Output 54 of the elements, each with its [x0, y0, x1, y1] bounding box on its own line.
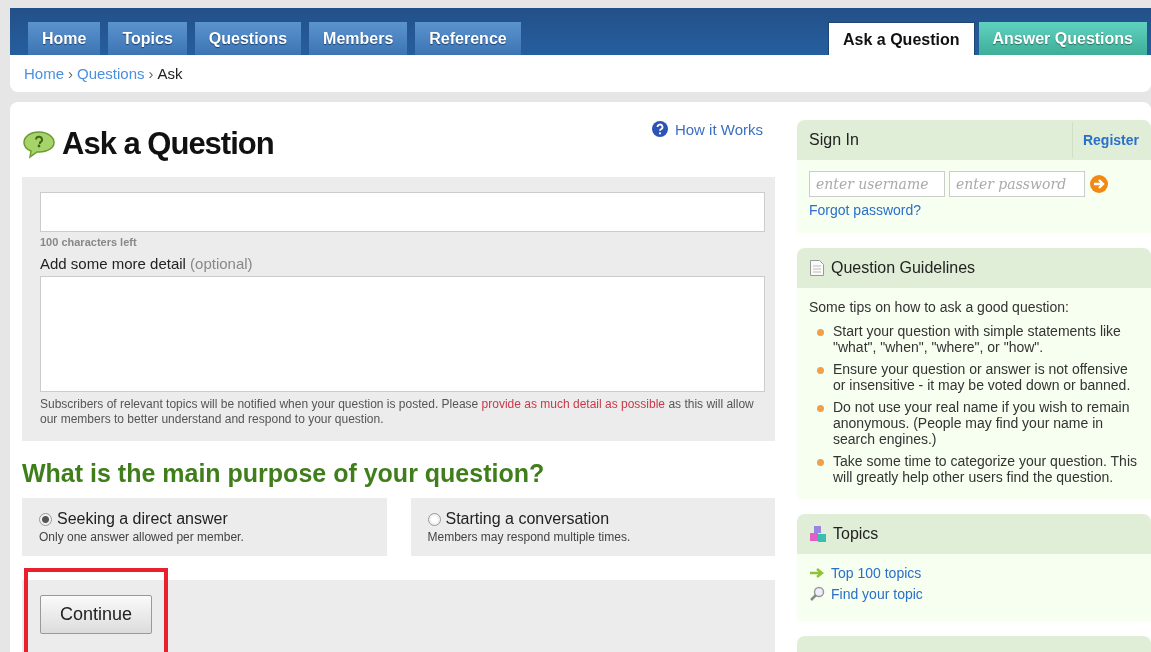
- nav-tab[interactable]: Answer Questions: [978, 22, 1147, 55]
- username-field[interactable]: enter username: [809, 171, 945, 197]
- nav-tab[interactable]: Reference: [415, 22, 521, 55]
- nav-tab[interactable]: Questions: [194, 22, 302, 55]
- characters-left: 100 characters left: [40, 236, 138, 248]
- nav-tab[interactable]: Members: [309, 22, 408, 55]
- topic-link[interactable]: Find your topic: [809, 586, 1139, 602]
- purpose-option[interactable]: Starting a conversation Members may respond multiple times.: [410, 498, 775, 556]
- radio-button[interactable]: [427, 512, 441, 526]
- guideline-tip: Start your question with simple statements like "what", "when", "where", or "how".: [833, 323, 1122, 355]
- forgot-password-link[interactable]: Forgot password?: [809, 202, 922, 218]
- option-hint: Only one answer allowed per member.: [39, 530, 245, 544]
- help-link[interactable]: How it Works: [650, 120, 763, 138]
- continue-button[interactable]: Continue: [40, 595, 153, 634]
- breadcrumb-current: Ask: [157, 65, 183, 82]
- detail-link[interactable]: provide as much detail as possible: [481, 397, 666, 411]
- guidelines-intro: Some tips on how to ask a good question:: [809, 299, 1070, 315]
- bullet-icon: [817, 329, 824, 336]
- page-title: Ask a Question: [62, 126, 274, 162]
- help-icon: [650, 120, 669, 138]
- register-link[interactable]: Register: [1071, 122, 1139, 158]
- guideline-tip: Do not use your real name if you wish to remain anonymous. (People may find your name in search engines.): [833, 399, 1131, 447]
- option-label: Seeking a direct answer: [57, 510, 228, 528]
- speech-bubble-icon: [22, 129, 56, 159]
- bullet-icon: [817, 367, 824, 374]
- purpose-option[interactable]: Seeking a direct answer Only one answer allowed per member.: [22, 498, 387, 556]
- nav-tab[interactable]: Topics: [108, 22, 187, 55]
- blocks-icon: [809, 525, 827, 543]
- breadcrumb-link[interactable]: Home: [24, 65, 64, 82]
- bullet-icon: [817, 405, 824, 412]
- document-icon: [809, 259, 825, 277]
- option-hint: Members may respond multiple times.: [427, 530, 632, 544]
- panel-title: Sign In: [809, 131, 860, 149]
- breadcrumb-separator: ›: [68, 65, 73, 82]
- guideline-tip: Take some time to categorize your question. This will greatly help other users find the question.: [833, 453, 1138, 485]
- bullet-icon: [817, 459, 824, 466]
- panel-title: Question Guidelines: [831, 259, 977, 277]
- option-label: Starting a conversation: [445, 510, 610, 528]
- purpose-heading: What is the main purpose of your question?: [22, 459, 546, 488]
- nav-tab[interactable]: Home: [28, 22, 101, 55]
- panel-title: Topics: [833, 525, 880, 543]
- breadcrumb-separator: ›: [148, 65, 154, 82]
- breadcrumb-link[interactable]: Questions: [77, 65, 145, 82]
- question-field[interactable]: [40, 192, 765, 232]
- guideline-tip: Ensure your question or answer is not offensive or insensitive - it may be voted down or banned.: [833, 361, 1132, 393]
- detail-field[interactable]: [40, 276, 765, 392]
- detail-label: Add some more detail (optional): [40, 255, 254, 272]
- password-field[interactable]: enter password: [949, 171, 1085, 197]
- nav-tab[interactable]: Ask a Question: [828, 22, 975, 55]
- topic-link[interactable]: Top 100 topics: [809, 565, 1139, 581]
- search-icon: [809, 586, 825, 602]
- arrow-icon: [809, 567, 825, 579]
- radio-button[interactable]: [39, 512, 52, 526]
- notice-text: Subscribers of relevant topics will be notified when your question is posted. Please provide as much detail as possible as this will allow our members to better understand and respond to your question.: [40, 397, 755, 427]
